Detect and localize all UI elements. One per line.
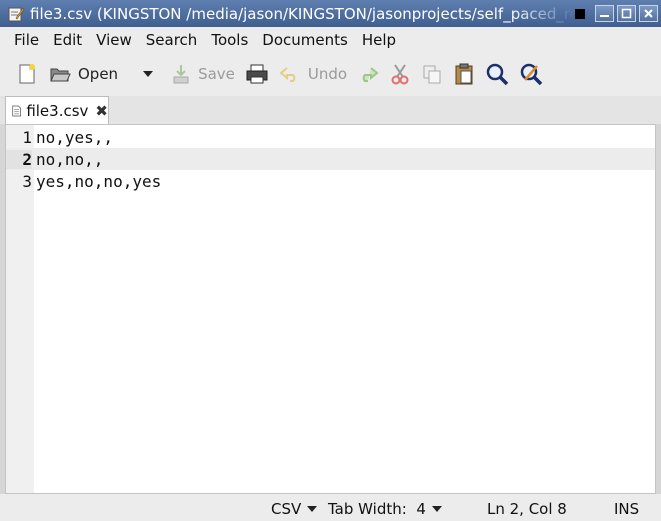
language-selector[interactable]: CSV xyxy=(271,500,318,518)
new-file-icon xyxy=(19,64,35,84)
find-button[interactable] xyxy=(480,58,514,90)
redo-icon xyxy=(362,67,379,82)
close-tab-icon[interactable]: ✖ xyxy=(95,102,108,120)
cursor-position-label: Ln 2, Col 8 xyxy=(487,500,567,518)
window-title: file3.csv (KINGSTON /media/jason/KINGSTO… xyxy=(30,4,575,23)
text-editor-icon xyxy=(8,7,25,21)
search-icon xyxy=(486,63,509,86)
cut-button[interactable] xyxy=(384,58,416,90)
tab-width-selector[interactable]: Tab Width: 4 xyxy=(328,500,442,518)
insert-mode-label: INS xyxy=(614,500,640,518)
chevron-down-icon xyxy=(143,71,154,77)
title-bar[interactable]: file3.csv (KINGSTON /media/jason/KINGSTO… xyxy=(0,0,661,28)
close-icon xyxy=(644,9,653,18)
tab-label: file3.csv xyxy=(26,101,89,120)
menu-help[interactable]: Help xyxy=(355,31,403,49)
maximize-button[interactable] xyxy=(617,5,636,22)
paste-button[interactable] xyxy=(448,58,480,90)
line-number: 3 xyxy=(22,172,32,191)
folder-open-icon xyxy=(50,68,71,82)
undo-icon xyxy=(279,67,296,82)
save-button[interactable]: Save xyxy=(166,58,240,90)
menu-documents[interactable]: Documents xyxy=(255,31,355,49)
paste-icon xyxy=(455,63,473,85)
find-replace-button[interactable] xyxy=(514,58,548,90)
print-icon xyxy=(246,64,268,84)
menu-view[interactable]: View xyxy=(89,31,139,49)
line-number: 1 xyxy=(22,128,32,147)
save-icon xyxy=(173,65,189,84)
cursor-position: Ln 2, Col 8 xyxy=(487,500,567,518)
toolbar: Open Save Undo xyxy=(0,52,661,97)
line-number: 2 xyxy=(6,150,32,169)
open-label: Open xyxy=(78,65,119,83)
document-icon xyxy=(12,105,21,116)
line-text[interactable]: no,yes,, xyxy=(36,128,113,147)
editor-line[interactable]: 3 yes,no,no,yes xyxy=(6,170,655,192)
language-label: CSV xyxy=(271,500,302,518)
minimize-icon xyxy=(600,15,609,17)
new-button[interactable] xyxy=(10,58,44,90)
line-text[interactable]: yes,no,no,yes xyxy=(36,172,161,191)
menu-edit[interactable]: Edit xyxy=(46,31,89,49)
open-recent-dropdown[interactable] xyxy=(123,58,158,90)
tab-file3-csv[interactable]: file3.csv ✖ xyxy=(5,96,109,124)
menu-file[interactable]: File xyxy=(0,31,46,49)
maximize-icon xyxy=(621,8,632,19)
tab-bar: file3.csv ✖ xyxy=(0,96,661,124)
close-button[interactable] xyxy=(639,5,658,22)
tab-width-label: Tab Width: 4 xyxy=(328,500,426,518)
redo-button[interactable] xyxy=(352,58,384,90)
text-editor[interactable]: 1 no,yes,, 2 no,no,, 3 yes,no,no,yes xyxy=(5,124,656,494)
insert-mode: INS xyxy=(614,500,639,518)
chevron-down-icon xyxy=(431,506,442,512)
copy-button[interactable] xyxy=(416,58,448,90)
menu-tools[interactable]: Tools xyxy=(204,31,255,49)
cut-icon xyxy=(391,64,409,85)
print-button[interactable] xyxy=(240,58,274,90)
undo-label: Undo xyxy=(307,65,348,83)
chevron-down-icon xyxy=(307,506,318,512)
sticky-icon[interactable] xyxy=(575,8,585,19)
copy-icon xyxy=(423,65,441,84)
save-label: Save xyxy=(198,65,235,83)
undo-button[interactable]: Undo xyxy=(274,58,352,90)
open-button[interactable]: Open xyxy=(44,58,123,90)
minimize-button[interactable] xyxy=(595,5,614,22)
menu-bar: File Edit View Search Tools Documents He… xyxy=(0,27,661,52)
editor-line-current[interactable]: 2 no,no,, xyxy=(6,148,655,170)
menu-search[interactable]: Search xyxy=(139,31,205,49)
line-text[interactable]: no,no,, xyxy=(36,150,103,169)
editor-line[interactable]: 1 no,yes,, xyxy=(6,126,655,148)
status-bar: CSV Tab Width: 4 Ln 2, Col 8 INS xyxy=(0,494,661,521)
find-replace-icon xyxy=(520,63,543,86)
